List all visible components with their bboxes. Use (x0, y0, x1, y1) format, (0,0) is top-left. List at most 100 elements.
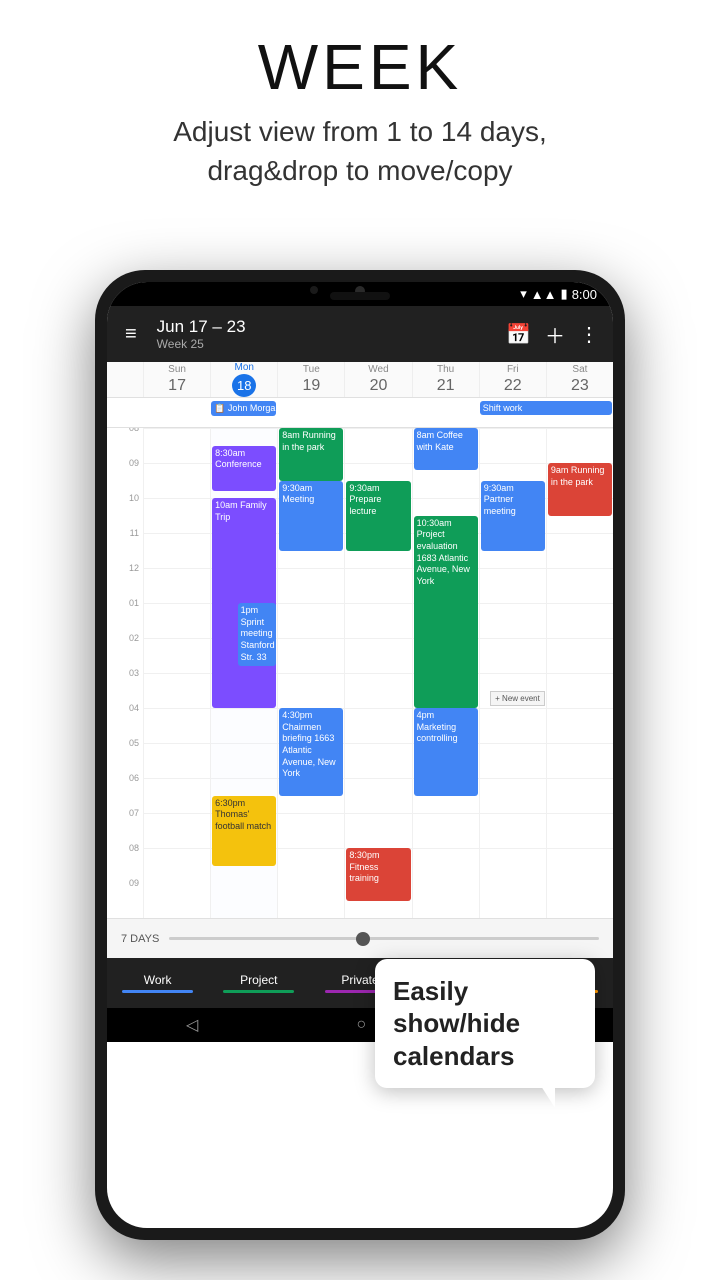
day-num-17: 17 (168, 376, 186, 395)
day-header-wed: Wed 20 (344, 362, 411, 397)
day-num-20: 20 (370, 376, 388, 395)
day-col-sat: 9am Running in the park (546, 428, 613, 918)
day-num-18: 18 (232, 374, 256, 397)
allday-event-shiftwork[interactable]: Shift work (480, 401, 612, 415)
day-num-19: 19 (302, 376, 320, 395)
time-09b: 09 (129, 878, 139, 888)
toolbar-actions: 📅 ＋ ⋮ (506, 320, 599, 349)
day-header-tue: Tue 19 (277, 362, 344, 397)
tooltip-text: Easilyshow/hidecalendars (393, 975, 577, 1073)
toggle-work-label: Work (144, 973, 172, 987)
page-title: WEEK (40, 30, 680, 104)
event-marketing[interactable]: 4pm Marketing controlling (414, 708, 478, 796)
day-num-22: 22 (504, 376, 522, 395)
event-running[interactable]: 8am Running in the park (279, 428, 343, 481)
day-short: Mon (234, 362, 253, 374)
day-header-sun: Sun 17 (143, 362, 210, 397)
allday-event-john[interactable]: 📋 John Morgan (211, 401, 276, 416)
time-06: 06 (129, 773, 139, 783)
phone-screen: ▾ ▲▲ ▮ 8:00 ≡ Jun 17 – 23 Week 25 📅 ＋ ⋮ (107, 282, 613, 1228)
phone-speaker (330, 292, 390, 300)
more-icon[interactable]: ⋮ (579, 322, 599, 347)
day-num-21: 21 (437, 376, 455, 395)
day-header-mon: Mon 18 (210, 362, 277, 397)
allday-cols: 📋 John Morgan Shift work (143, 398, 613, 427)
event-text: 8:30am Conference (215, 448, 262, 470)
phone-frame: ▾ ▲▲ ▮ 8:00 ≡ Jun 17 – 23 Week 25 📅 ＋ ⋮ (95, 270, 625, 1240)
day-col-wed: 9:30am Prepare lecture 8:30pm Fitness tr… (344, 428, 411, 918)
back-icon[interactable]: ◁ (186, 1015, 198, 1035)
toggle-project-label: Project (240, 973, 277, 987)
new-event-label: + New event (495, 694, 540, 703)
days-slider[interactable] (169, 937, 599, 940)
event-text: 10am Family Trip (215, 500, 267, 522)
time-03: 03 (129, 668, 139, 678)
time-04: 04 (129, 703, 139, 713)
toggle-project-bar (223, 990, 294, 993)
event-sprint[interactable]: 1pm Sprint meeting Stanford Str. 33 (238, 603, 277, 666)
allday-event-text: Shift work (483, 403, 523, 413)
app-toolbar: ≡ Jun 17 – 23 Week 25 📅 ＋ ⋮ (107, 306, 613, 362)
toolbar-title: Jun 17 – 23 Week 25 (157, 317, 496, 351)
page-subtitle: Adjust view from 1 to 14 days,drag&drop … (40, 112, 680, 190)
event-text: 8am Running in the park (282, 430, 336, 452)
slider-thumb[interactable] (356, 932, 370, 946)
time-07: 07 (129, 808, 139, 818)
event-coffee[interactable]: 8am Coffee with Kate (414, 428, 478, 470)
tooltip-bubble: Easilyshow/hidecalendars (375, 959, 595, 1089)
slider-bar: 7 DAYS (107, 918, 613, 958)
toggle-work-bar (122, 990, 193, 993)
toggle-private-label: Private (341, 973, 378, 987)
days-area: 8:30am Conference 10am Family Trip 1pm S… (143, 428, 613, 918)
wifi-icon: ▾ (520, 286, 527, 302)
time-08: 08 (129, 428, 139, 433)
event-project[interactable]: 10:30am Project evaluation 1683 Atlantic… (414, 516, 478, 709)
time-col-header (107, 362, 143, 397)
allday-row: 📋 John Morgan Shift work (107, 398, 613, 428)
event-text: 9am Running in the park (551, 465, 605, 487)
time-05: 05 (129, 738, 139, 748)
signal-icon: ▲▲ (531, 287, 557, 302)
calendar-icon[interactable]: 📅 (506, 322, 531, 347)
day-short: Fri (507, 364, 519, 376)
menu-icon[interactable]: ≡ (121, 319, 141, 350)
day-col-sun (143, 428, 210, 918)
event-chairmen[interactable]: 4:30pm Chairmen briefing 1663 Atlantic A… (279, 708, 343, 796)
allday-event-text: 📋 John Morgan (214, 403, 276, 413)
event-fitness[interactable]: 8:30pm Fitness training (346, 848, 410, 901)
toggle-project[interactable]: Project (208, 973, 309, 993)
toggle-work[interactable]: Work (107, 973, 208, 993)
day-header-row: Sun 17 Mon 18 Tue 19 Wed 20 Thu 21 (107, 362, 613, 398)
event-lecture[interactable]: 9:30am Prepare lecture (346, 481, 410, 551)
day-col-mon: 8:30am Conference 10am Family Trip 1pm S… (210, 428, 277, 918)
day-header-sat: Sat 23 (546, 362, 613, 397)
event-text: 9:30am Prepare lecture (349, 483, 381, 516)
event-football[interactable]: 6:30pm Thomas' football match (212, 796, 276, 866)
event-text: 9:30am Partner meeting (484, 483, 516, 516)
day-col-tue: 8am Running in the park 9:30am Meeting 4… (277, 428, 344, 918)
event-meeting[interactable]: 9:30am Meeting (279, 481, 343, 551)
battery-icon: ▮ (561, 286, 568, 302)
event-conference[interactable]: 8:30am Conference (212, 446, 276, 492)
event-running-sat[interactable]: 9am Running in the park (548, 463, 612, 516)
time-column: 08 09 10 11 12 01 02 03 04 05 06 07 08 0… (107, 428, 143, 918)
calendar-grid: 08 09 10 11 12 01 02 03 04 05 06 07 08 0… (107, 428, 613, 918)
phone-sensor (310, 286, 318, 294)
event-text: 8:30pm Fitness training (349, 850, 379, 883)
time-display: 8:00 (572, 287, 597, 302)
home-icon[interactable]: ○ (356, 1016, 366, 1034)
event-partner[interactable]: 9:30am Partner meeting (481, 481, 545, 551)
status-icons: ▾ ▲▲ ▮ 8:00 (520, 286, 597, 302)
time-12: 12 (129, 563, 139, 573)
day-short: Sun (168, 364, 186, 376)
time-10: 10 (129, 493, 139, 503)
day-short: Sat (572, 364, 587, 376)
event-text: 10:30am Project evaluation 1683 Atlantic… (417, 518, 470, 586)
event-text: 8am Coffee with Kate (417, 430, 463, 452)
add-icon[interactable]: ＋ (545, 320, 565, 349)
new-event-button[interactable]: + New event (490, 691, 545, 706)
day-cols: Sun 17 Mon 18 Tue 19 Wed 20 Thu 21 (143, 362, 613, 397)
day-short: Wed (368, 364, 388, 376)
day-col-thu: 8am Coffee with Kate 10:30am Project eva… (412, 428, 479, 918)
time-09: 09 (129, 458, 139, 468)
